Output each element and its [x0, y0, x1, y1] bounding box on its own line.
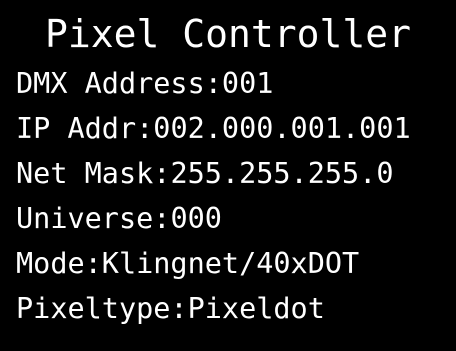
net-mask-label: Net Mask:: [16, 157, 171, 190]
mode-label: Mode:: [16, 247, 102, 280]
dmx-address-row: DMX Address:001: [16, 64, 273, 104]
net-mask-row: Net Mask:255.255.255.0: [16, 154, 394, 194]
ip-address-value: 002.000.001.001: [153, 112, 411, 145]
ip-address-row: IP Addr:002.000.001.001: [16, 109, 411, 149]
pixeltype-value: Pixeldot: [187, 292, 325, 325]
dmx-address-label: DMX Address:: [16, 67, 222, 100]
universe-row: Universe:000: [16, 199, 222, 239]
dmx-address-value: 001: [221, 67, 274, 100]
ip-address-label: IP Addr:: [16, 112, 154, 145]
net-mask-value: 255.255.255.0: [170, 157, 394, 190]
pixeltype-label: Pixeltype:: [16, 292, 188, 325]
pixeltype-row: Pixeltype:Pixeldot: [16, 289, 325, 329]
display-title: Pixel Controller: [44, 12, 412, 56]
universe-value: 000: [170, 202, 222, 235]
mode-row: Mode:Klingnet/40xDOT: [16, 244, 359, 284]
universe-label: Universe:: [16, 202, 171, 235]
mode-value: Klingnet/40xDOT: [101, 247, 360, 280]
lcd-display: Pixel Controller DMX Address:001 IP Addr…: [0, 0, 456, 351]
